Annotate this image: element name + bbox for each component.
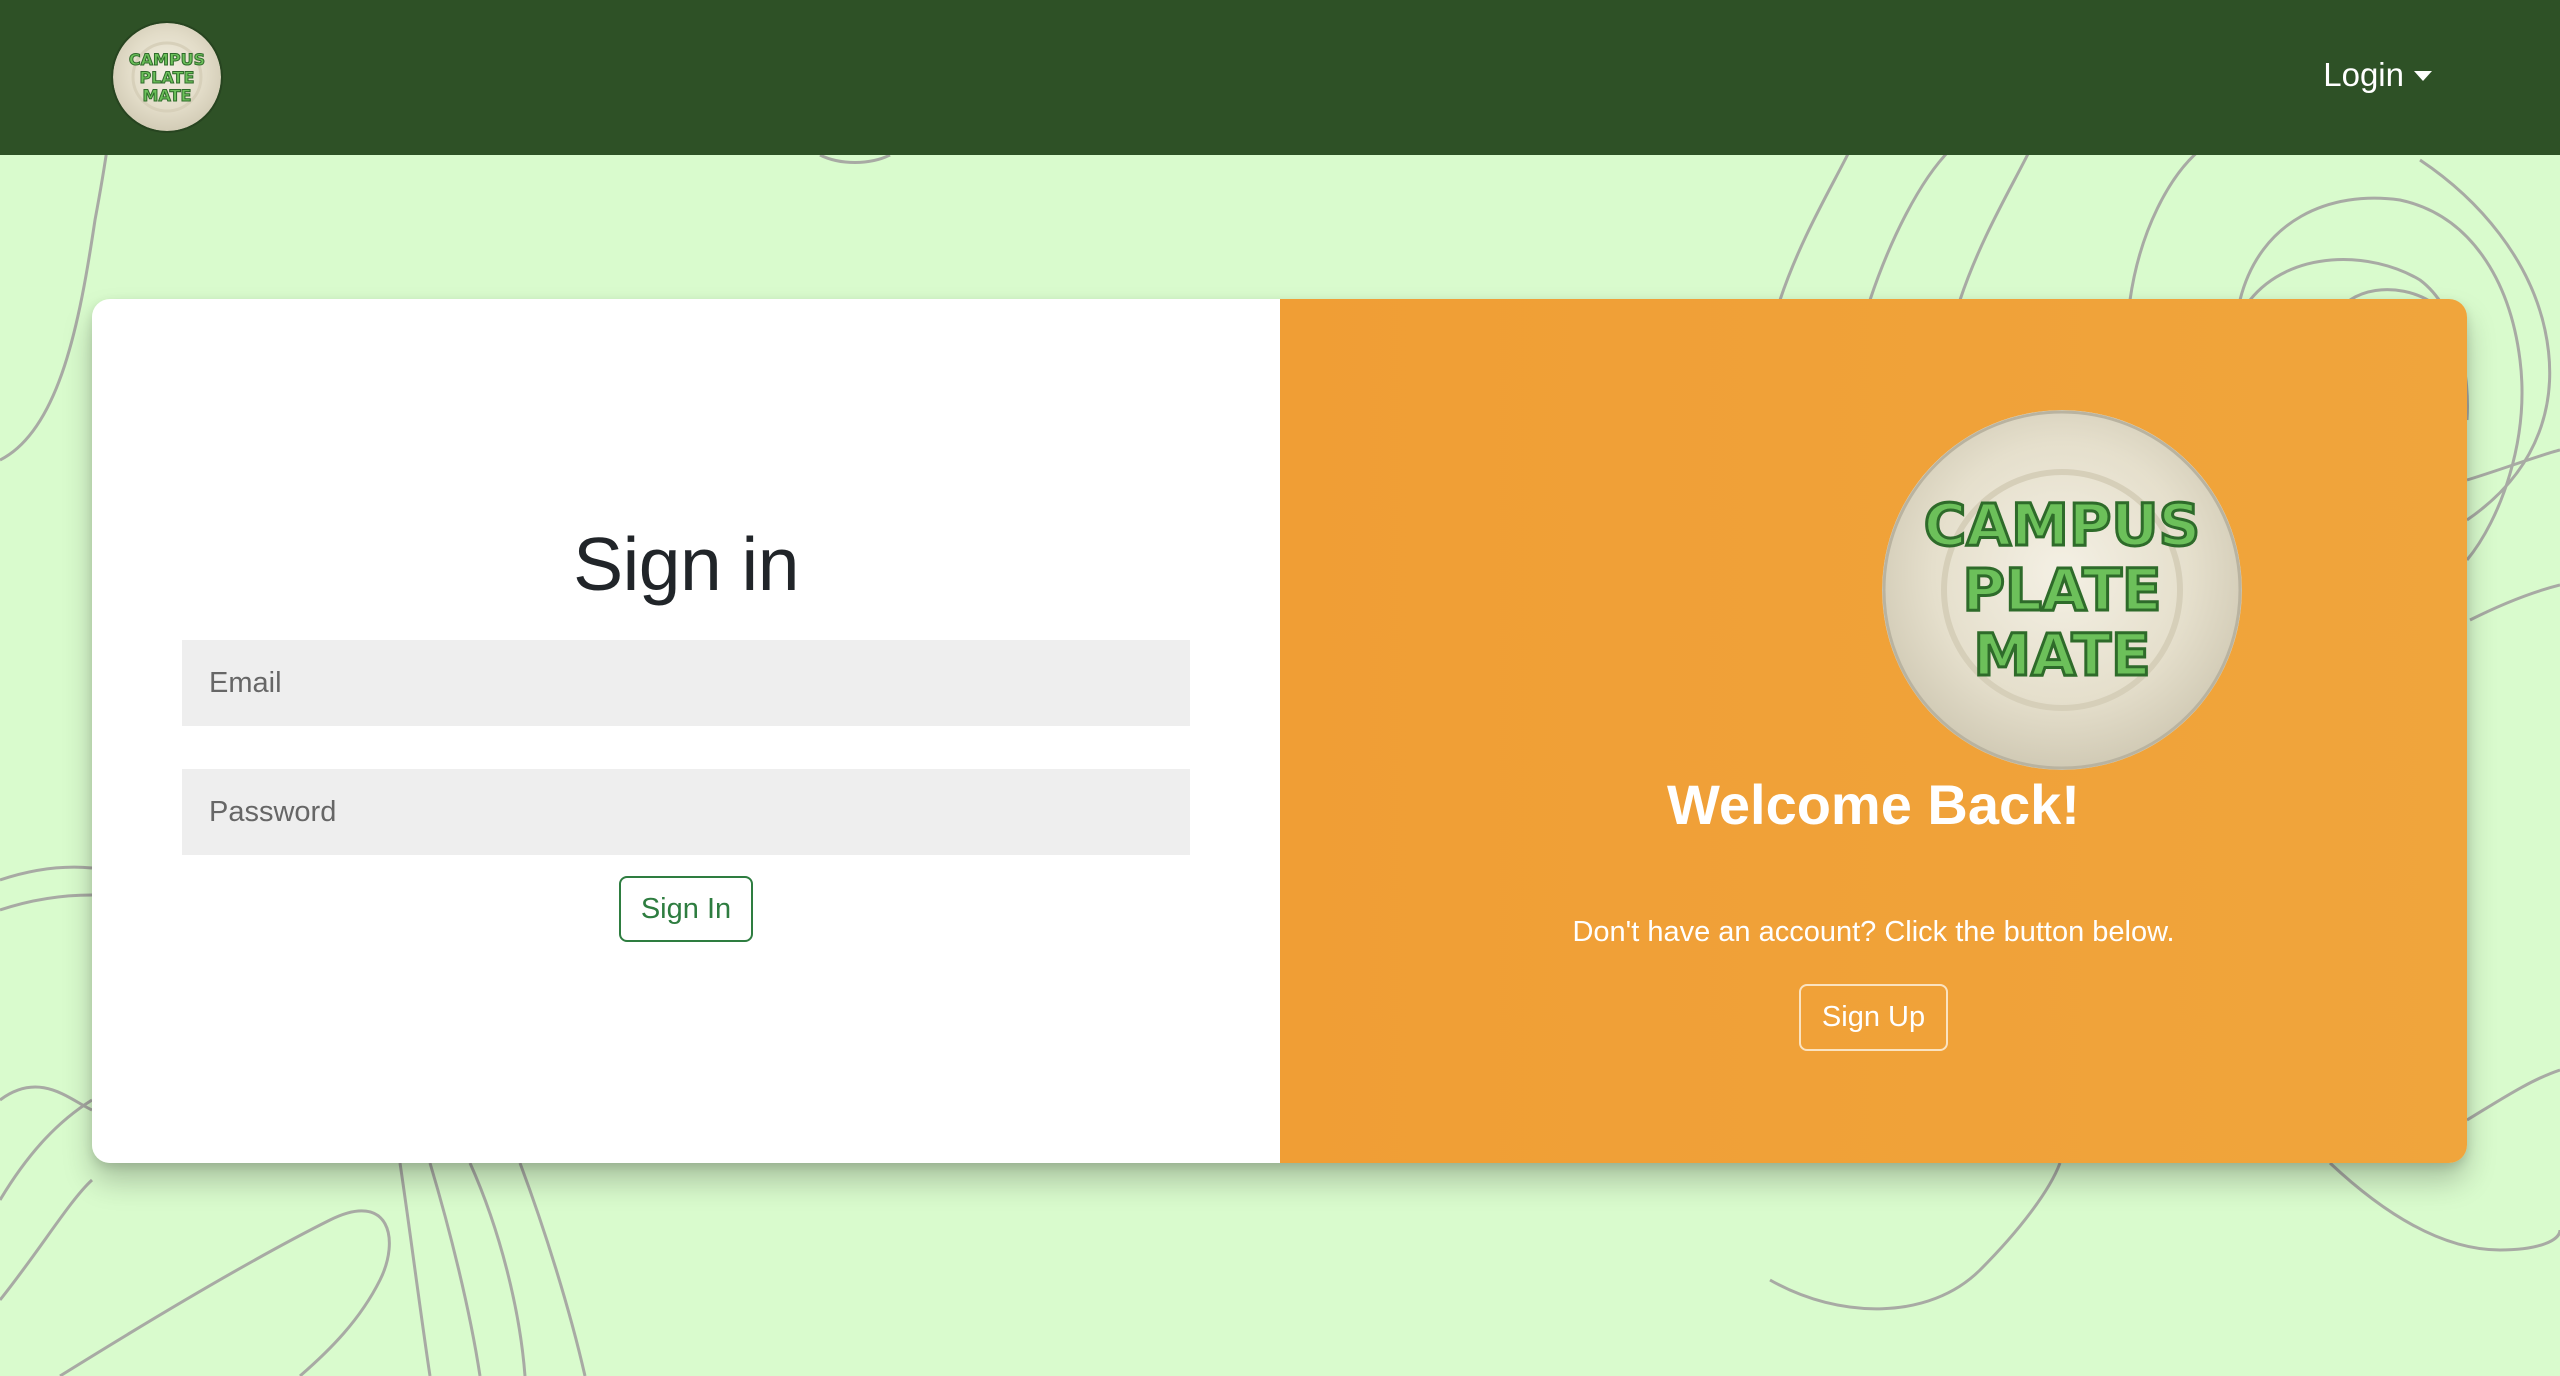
email-field[interactable] [182, 640, 1190, 726]
password-field[interactable] [182, 769, 1190, 855]
auth-card: Sign in Sign In CAMPUS PLATE MATE [92, 299, 2467, 1163]
signin-button[interactable]: Sign In [619, 876, 753, 942]
signin-panel: Sign in Sign In [92, 299, 1280, 1163]
campus-plate-mate-logo[interactable]: CAMPUS PLATE MATE [113, 23, 221, 131]
signin-title: Sign in [573, 522, 799, 606]
campus-plate-mate-hero-logo: CAMPUS PLATE MATE [1882, 410, 2242, 770]
plate-logo-icon: CAMPUS PLATE MATE [1882, 410, 2242, 770]
svg-text:MATE: MATE [1973, 621, 2150, 689]
caret-down-icon [2414, 71, 2432, 81]
login-dropdown-label: Login [2323, 56, 2404, 93]
top-navbar: CAMPUS PLATE MATE Login [0, 0, 2560, 155]
svg-text:CAMPUS: CAMPUS [129, 50, 205, 69]
welcome-panel: CAMPUS PLATE MATE Welcome Back! Don't ha… [1280, 299, 2467, 1163]
login-dropdown-toggle[interactable]: Login [2323, 56, 2432, 94]
no-account-message: Don't have an account? Click the button … [1572, 916, 2175, 948]
svg-text:CAMPUS: CAMPUS [1924, 491, 2201, 559]
svg-text:PLATE: PLATE [140, 68, 195, 87]
plate-logo-icon: CAMPUS PLATE MATE [113, 23, 221, 131]
svg-text:PLATE: PLATE [1962, 556, 2161, 624]
welcome-heading: Welcome Back! [1667, 773, 2080, 836]
signup-button[interactable]: Sign Up [1799, 984, 1948, 1051]
svg-text:MATE: MATE [143, 86, 192, 105]
